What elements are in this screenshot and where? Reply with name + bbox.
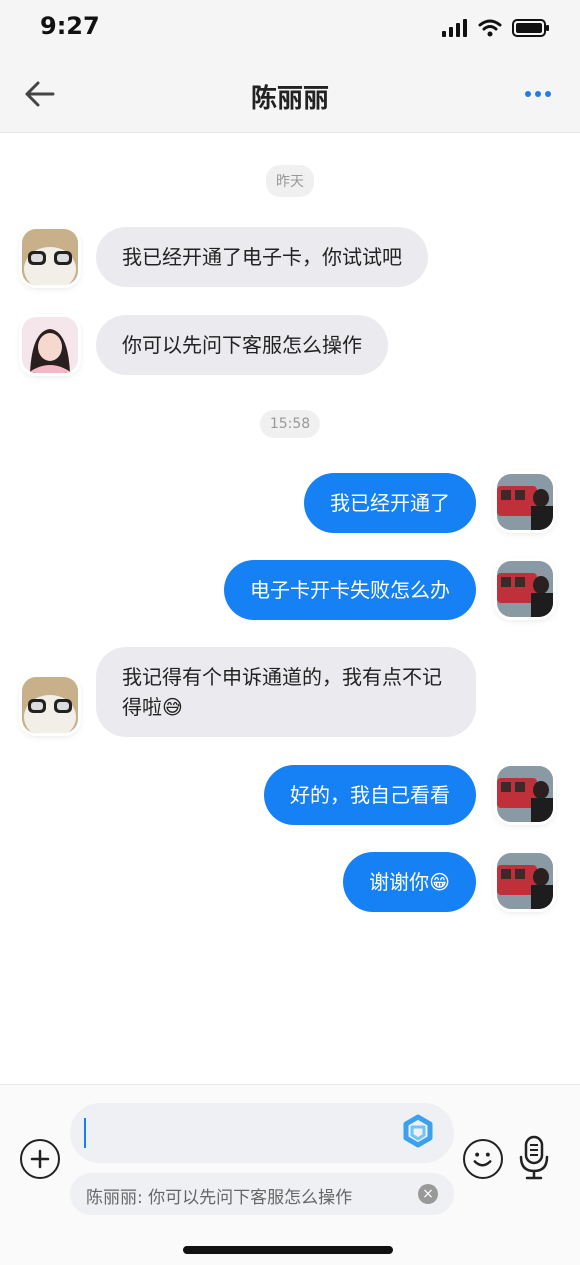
text-caret xyxy=(84,1118,86,1148)
more-button[interactable] xyxy=(520,76,556,112)
status-time: 9:27 xyxy=(40,12,100,40)
message-bubble[interactable]: 电子卡开卡失败怎么办 xyxy=(224,560,476,620)
message-input[interactable] xyxy=(70,1103,454,1163)
quoted-message-text: 陈丽丽: 你可以先问下客服怎么操作 xyxy=(86,1188,353,1208)
microphone-icon[interactable] xyxy=(516,1135,552,1181)
home-indicator[interactable] xyxy=(183,1246,393,1254)
close-icon[interactable]: × xyxy=(418,1184,438,1204)
timestamp: 15:58 xyxy=(259,410,321,438)
wifi-icon xyxy=(478,19,502,37)
status-icons xyxy=(442,16,550,40)
composer: 陈丽丽: 你可以先问下客服怎么操作 × xyxy=(0,1084,580,1265)
signal-icon xyxy=(442,19,467,37)
self-avatar[interactable] xyxy=(497,766,553,822)
emoji-button[interactable] xyxy=(463,1139,503,1179)
message-bubble[interactable]: 我记得有个申诉通道的，我有点不记得啦😅 xyxy=(96,647,476,737)
emoji-icon xyxy=(473,1152,492,1167)
chat-title: 陈丽丽 xyxy=(250,84,329,114)
timestamp: 昨天 xyxy=(266,165,314,197)
peer-avatar[interactable] xyxy=(22,229,78,285)
battery-icon xyxy=(512,19,549,37)
chat-area[interactable]: 昨天 我已经开通了电子卡，你试试吧 你可以先问下客服怎么操作 15:58 我已经… xyxy=(0,133,580,1083)
plus-icon xyxy=(30,1149,50,1169)
self-avatar[interactable] xyxy=(497,561,553,617)
self-avatar[interactable] xyxy=(497,853,553,909)
quoted-message: 陈丽丽: 你可以先问下客服怎么操作 × xyxy=(70,1173,454,1215)
message-bubble[interactable]: 我已经开通了电子卡，你试试吧 xyxy=(96,227,428,287)
peer-avatar[interactable] xyxy=(22,677,78,733)
ai-assistant-icon[interactable] xyxy=(398,1113,438,1153)
message-bubble[interactable]: 你可以先问下客服怎么操作 xyxy=(96,315,388,375)
status-bar: 9:27 xyxy=(0,0,580,56)
navigation-bar: 陈丽丽 xyxy=(0,56,580,133)
peer-avatar[interactable] xyxy=(22,317,78,373)
message-bubble[interactable]: 我已经开通了 xyxy=(304,473,476,533)
message-bubble[interactable]: 谢谢你😁 xyxy=(343,852,476,912)
more-icon xyxy=(525,91,531,97)
message-bubble[interactable]: 好的，我自己看看 xyxy=(264,765,476,825)
plus-button[interactable] xyxy=(20,1139,60,1179)
self-avatar[interactable] xyxy=(497,474,553,530)
